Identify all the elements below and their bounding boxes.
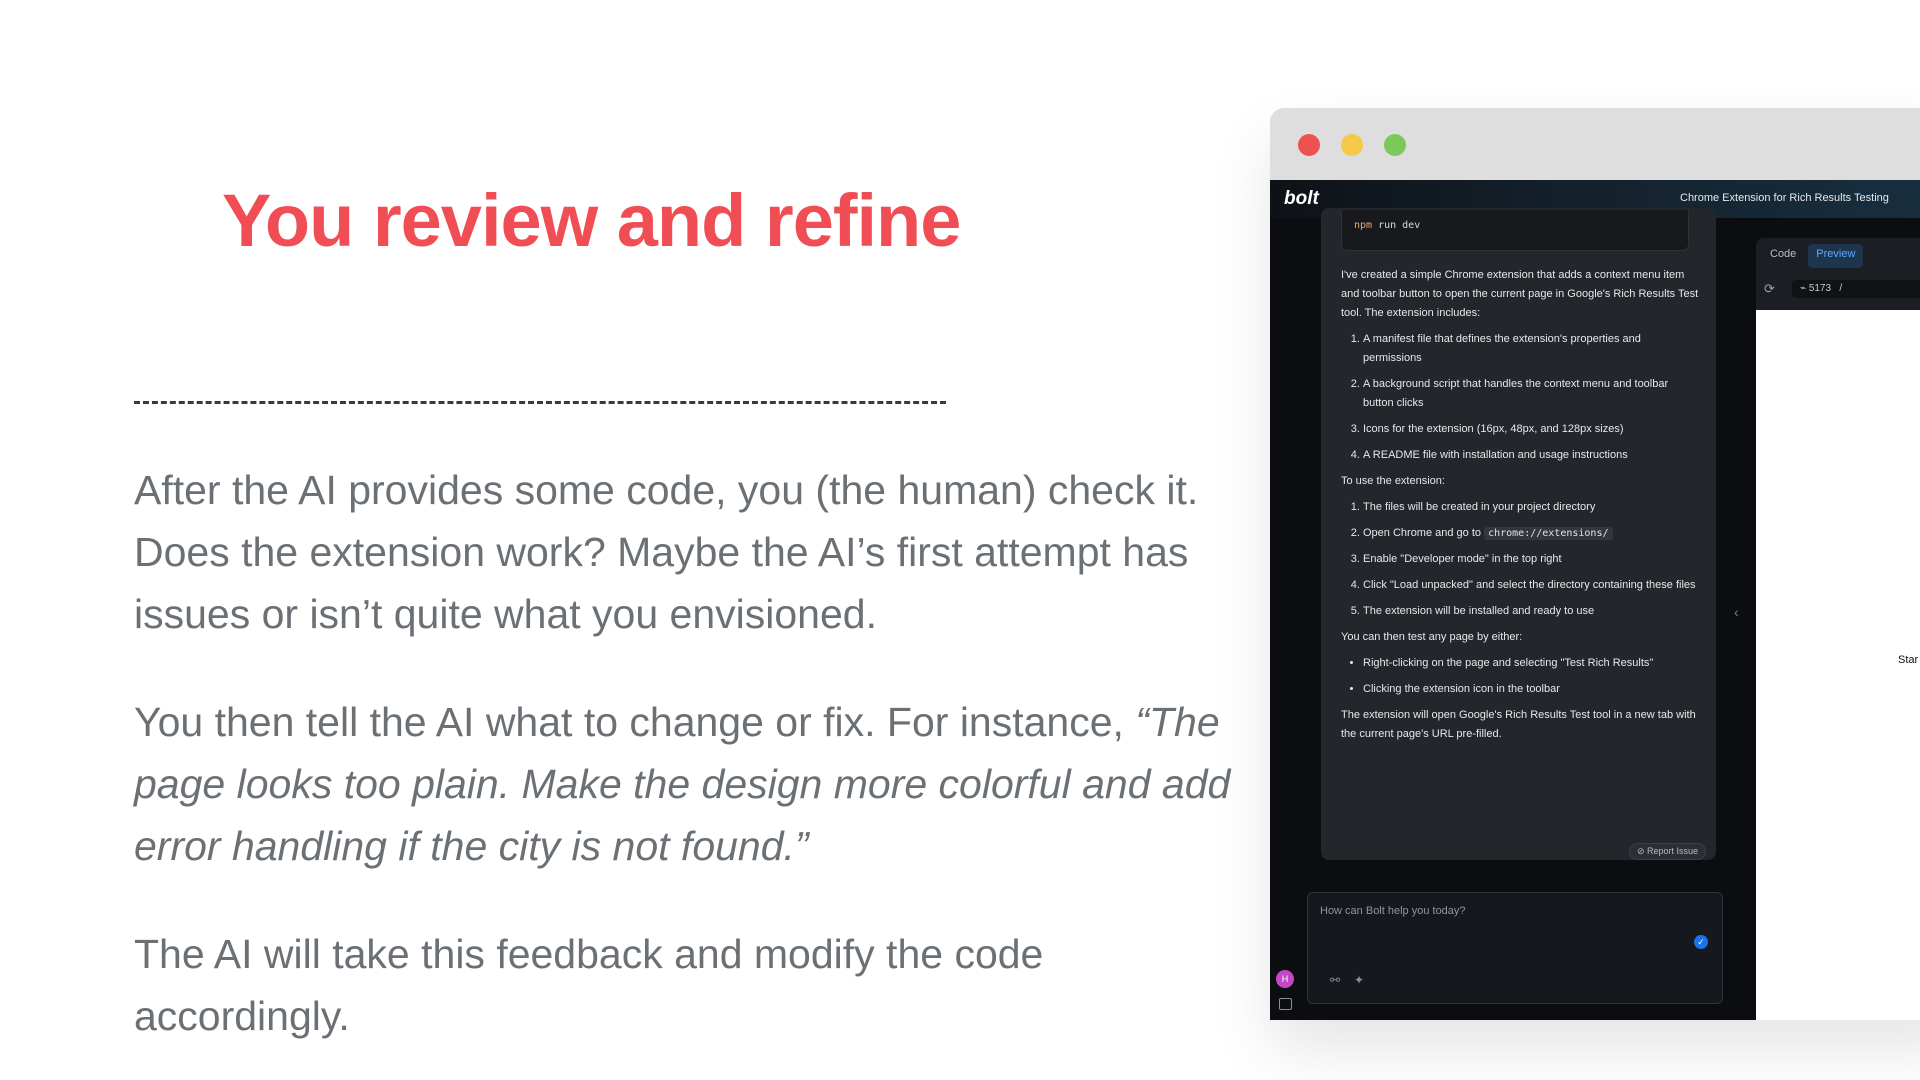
step-text: Open Chrome and go to — [1363, 527, 1485, 539]
assistant-message: npm run dev I've created a simple Chrome… — [1321, 208, 1716, 860]
list-item: Click "Load unpacked" and select the dir… — [1363, 576, 1699, 595]
inline-code: chrome://extensions/ — [1484, 527, 1613, 540]
sidebar-toggle-icon[interactable] — [1279, 998, 1292, 1010]
browser-window: bolt Chrome Extension for Rich Results T… — [1270, 108, 1920, 1020]
steps-list: The files will be created in your projec… — [1341, 498, 1699, 621]
preview-canvas: Star — [1756, 310, 1920, 1020]
paragraph-feedback: You then tell the AI what to change or f… — [134, 691, 1234, 877]
message-body: I've created a simple Chrome extension t… — [1341, 266, 1699, 751]
refresh-icon[interactable]: ⟳ — [1764, 281, 1775, 297]
includes-list: A manifest file that defines the extensi… — [1341, 330, 1699, 465]
check-icon[interactable]: ✓ — [1694, 935, 1708, 949]
minimize-window-button[interactable] — [1341, 134, 1363, 156]
preview-path: / — [1839, 283, 1843, 294]
maximize-window-button[interactable] — [1384, 134, 1406, 156]
bolt-logo[interactable]: bolt — [1284, 188, 1319, 210]
message-closing: The extension will open Google's Rich Re… — [1341, 709, 1696, 740]
avatar[interactable]: H — [1276, 970, 1294, 988]
bolt-app: bolt Chrome Extension for Rich Results T… — [1270, 180, 1920, 1020]
code-command-rest: run dev — [1372, 220, 1421, 231]
code-command-npm: npm — [1354, 220, 1373, 231]
chevron-left-icon[interactable]: ‹ — [1734, 604, 1739, 620]
slide-title: You review and refine — [222, 179, 961, 262]
list-item: Open Chrome and go to chrome://extension… — [1363, 524, 1699, 543]
link-icon[interactable]: ⚯ — [1330, 973, 1340, 987]
port-number: 5173 — [1808, 283, 1832, 294]
sparkle-icon[interactable]: ✦ — [1354, 973, 1364, 987]
prompt-input[interactable]: How can Bolt help you today? ✓ ⚯ ✦ — [1307, 892, 1723, 1004]
preview-text: Star — [1898, 654, 1919, 666]
dashed-divider — [134, 401, 946, 404]
paragraph-modify: The AI will take this feedback and modif… — [134, 931, 1044, 1039]
preview-url-bar: ⟳ ⌁ 5173 / — [1762, 278, 1920, 302]
close-window-button[interactable] — [1298, 134, 1320, 156]
list-item: The files will be created in your projec… — [1363, 498, 1699, 517]
code-command: npm run dev — [1354, 220, 1420, 231]
tab-code[interactable]: Code — [1762, 244, 1804, 268]
paragraph-feedback-lead: You then tell the AI what to change or f… — [134, 699, 1136, 745]
paragraph-review: After the AI provides some code, you (th… — [134, 467, 1199, 637]
use-heading: To use the extension: — [1341, 475, 1445, 487]
view-tabs: Code Preview — [1762, 244, 1864, 268]
window-title-bar — [1270, 108, 1920, 180]
code-block: npm run dev — [1341, 210, 1689, 251]
prompt-placeholder: How can Bolt help you today? — [1320, 905, 1466, 917]
list-item: A README file with installation and usag… — [1363, 446, 1699, 465]
message-intro: I've created a simple Chrome extension t… — [1341, 269, 1699, 319]
port-field[interactable]: ⌁ 5173 / — [1792, 280, 1920, 298]
list-item: A background script that handles the con… — [1363, 375, 1699, 413]
list-item: Right-clicking on the page and selecting… — [1363, 654, 1699, 673]
list-item: Icons for the extension (16px, 48px, and… — [1363, 420, 1699, 439]
project-title[interactable]: Chrome Extension for Rich Results Testin… — [1680, 192, 1889, 204]
preview-panel: Code Preview ⟳ ⌁ 5173 / Star — [1756, 238, 1920, 1020]
test-methods-list: Right-clicking on the page and selecting… — [1341, 654, 1699, 699]
list-item: Clicking the extension icon in the toolb… — [1363, 680, 1699, 699]
list-item: The extension will be installed and read… — [1363, 602, 1699, 621]
test-heading: You can then test any page by either: — [1341, 631, 1523, 643]
report-issue-button[interactable]: ⊘ Report Issue — [1629, 843, 1707, 860]
list-item: A manifest file that defines the extensi… — [1363, 330, 1699, 368]
tab-preview[interactable]: Preview — [1808, 244, 1864, 268]
list-item: Enable "Developer mode" in the top right — [1363, 550, 1699, 569]
